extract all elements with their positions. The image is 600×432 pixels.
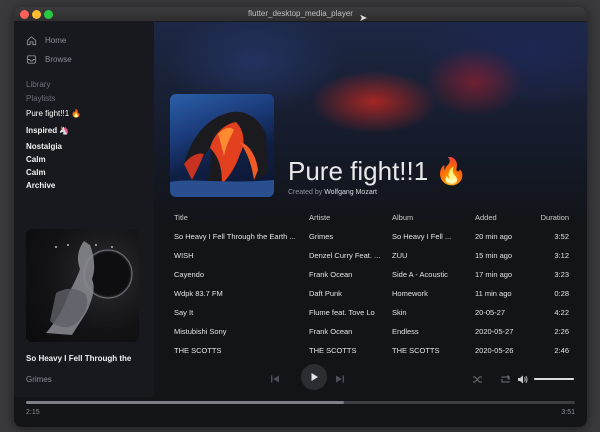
track-artist: Grimes [309, 232, 334, 241]
track-added: 17 min ago [475, 270, 513, 279]
track-row[interactable]: THE SCOTTS THE SCOTTS THE SCOTTS 2020-05… [154, 343, 587, 361]
app-window: flutter_desktop_media_player ➤ Home Brow… [14, 7, 587, 427]
sidebar-item-label: Home [45, 36, 67, 45]
track-table-header: Title Artiste Album Added Duration [154, 210, 587, 228]
playback-progress-bar[interactable] [26, 401, 575, 404]
home-icon [26, 36, 37, 46]
playlist-view: Pure fight!!1 🔥 Created by Wolfgang Moza… [154, 22, 587, 397]
column-header-duration[interactable]: Duration [529, 213, 569, 222]
track-title: Mistubishi Sony [174, 327, 227, 336]
column-header-title[interactable]: Title [174, 213, 299, 222]
track-duration: 3:52 [554, 232, 569, 241]
previous-button[interactable] [265, 369, 285, 389]
track-title: THE SCOTTS [174, 346, 222, 355]
playlist-title: Pure fight!!1 🔥 [288, 156, 468, 186]
track-added: 2020-05-26 [475, 346, 514, 355]
sidebar-playlist-item[interactable]: Nostalgia [26, 142, 62, 151]
volume-icon [517, 375, 527, 383]
track-duration: 2:46 [554, 346, 569, 355]
track-artist: Denzel Curry Feat. ... [309, 251, 381, 260]
window-title: flutter_desktop_media_player [248, 9, 353, 18]
sidebar-playlist-item[interactable]: Archive [26, 181, 55, 190]
track-row[interactable]: Cayendo Frank Ocean Side A - Acoustic 17… [154, 267, 587, 285]
track-title: WISH [174, 251, 194, 260]
track-added: 20-05-27 [475, 308, 506, 317]
skip-next-icon [336, 375, 344, 383]
sidebar-playlist-item[interactable]: Pure fight!!1 🔥 [26, 109, 81, 118]
player-controls [154, 360, 587, 400]
shuffle-icon [472, 376, 482, 382]
created-by-label: Created by [288, 189, 323, 196]
shuffle-button[interactable] [467, 369, 487, 389]
playlist-cover-art [170, 94, 274, 197]
column-header-added[interactable]: Added [475, 213, 535, 222]
title-bar: flutter_desktop_media_player ➤ [14, 7, 587, 24]
track-duration: 3:12 [554, 251, 569, 260]
volume-slider[interactable] [534, 378, 574, 380]
track-duration: 0:28 [554, 289, 569, 298]
playlists-heading[interactable]: Playlists [26, 94, 55, 103]
track-title: So Heavy I Fell Through the Earth ... [174, 232, 296, 241]
sidebar-playlist-item[interactable]: Calm [26, 155, 46, 164]
sidebar-item-label: Browse [45, 55, 72, 64]
library-heading[interactable]: Library [26, 80, 50, 89]
volume-slider-fill [534, 378, 574, 380]
track-artist: Flume feat. Tove Lo [309, 308, 375, 317]
track-row[interactable]: Mistubishi Sony Frank Ocean Endless 2020… [154, 324, 587, 342]
track-title: Wdpk 83.7 FM [174, 289, 223, 298]
track-album: Homework [392, 289, 428, 298]
volume-button[interactable] [512, 369, 532, 389]
track-duration: 3:23 [554, 270, 569, 279]
track-artist: THE SCOTTS [309, 346, 357, 355]
next-button[interactable] [330, 369, 350, 389]
track-added: 15 min ago [475, 251, 513, 260]
sidebar-playlist-item[interactable]: Calm [26, 168, 46, 177]
track-added: 20 min ago [475, 232, 513, 241]
track-album: Endless [392, 327, 419, 336]
track-artist: Daft Punk [309, 289, 342, 298]
total-time: 3:51 [561, 409, 575, 416]
column-header-album[interactable]: Album [392, 213, 470, 222]
browse-icon [26, 55, 37, 64]
track-row[interactable]: So Heavy I Fell Through the Earth ... Gr… [154, 229, 587, 247]
track-album: THE SCOTTS [392, 346, 440, 355]
track-album: Skin [392, 308, 407, 317]
track-title: Say It [174, 308, 194, 317]
now-playing-album-art [26, 229, 139, 342]
sidebar-item-browse[interactable]: Browse [26, 54, 72, 65]
track-artist: Frank Ocean [309, 270, 353, 279]
creator-name[interactable]: Wolfgang Mozart [324, 189, 377, 196]
track-artist: Frank Ocean [309, 327, 353, 336]
track-row[interactable]: Say It Flume feat. Tove Lo Skin 20-05-27… [154, 305, 587, 323]
track-album: Side A - Acoustic [392, 270, 448, 279]
play-button[interactable] [301, 364, 327, 390]
track-row[interactable]: WISH Denzel Curry Feat. ... ZUU 15 min a… [154, 248, 587, 266]
track-duration: 2:26 [554, 327, 569, 336]
sidebar-item-home[interactable]: Home [26, 35, 66, 46]
track-row[interactable]: Wdpk 83.7 FM Daft Punk Homework 11 min a… [154, 286, 587, 304]
repeat-icon [501, 374, 510, 382]
current-time: 2:15 [26, 409, 40, 416]
now-playing-artist[interactable]: Grimes [26, 375, 52, 384]
playlist-creator: Created by Wolfgang Mozart [288, 189, 377, 196]
now-playing-title[interactable]: So Heavy I Fell Through the [26, 354, 131, 363]
track-duration: 4:22 [554, 308, 569, 317]
play-icon [311, 373, 318, 381]
track-added: 11 min ago [475, 289, 512, 298]
track-title: Cayendo [174, 270, 205, 279]
sidebar-playlist-item[interactable]: Inspired 🦄 [26, 126, 69, 135]
track-album: So Heavy I Fell ... [392, 232, 452, 241]
track-album: ZUU [392, 251, 408, 260]
playback-progress-fill [26, 401, 345, 404]
skip-previous-icon [271, 375, 279, 383]
track-added: 2020-05-27 [475, 327, 514, 336]
column-header-artist[interactable]: Artiste [309, 213, 389, 222]
